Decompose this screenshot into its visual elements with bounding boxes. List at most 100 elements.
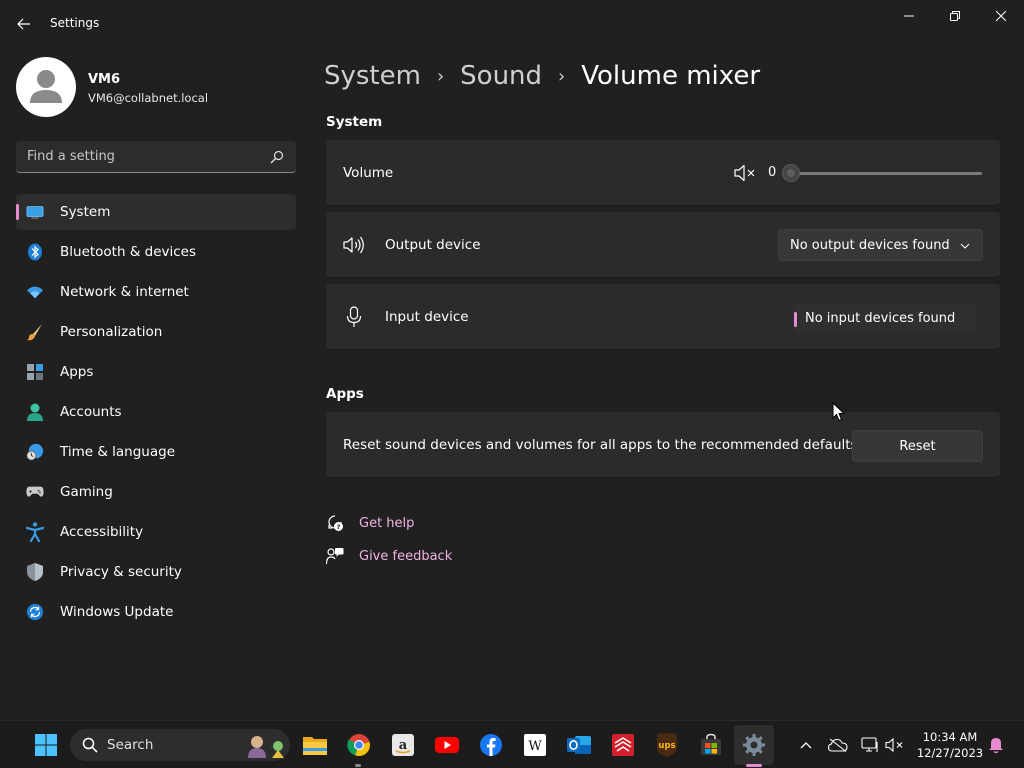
- sidebar-item-label: Accessibility: [60, 524, 144, 540]
- volume-slider-track[interactable]: [792, 172, 982, 175]
- bank-icon[interactable]: [609, 731, 637, 759]
- svg-text:W: W: [528, 739, 542, 754]
- chrome-icon[interactable]: [345, 731, 373, 759]
- outlook-icon[interactable]: [565, 731, 593, 759]
- volume-label: Volume: [343, 165, 394, 181]
- mouse-cursor-icon: [832, 402, 846, 422]
- sidebar-item-network[interactable]: Network & internet: [16, 274, 296, 310]
- sidebar-item-personalization[interactable]: Personalization: [16, 314, 296, 350]
- chevron-up-icon: [800, 742, 812, 749]
- profile-email: VM6@collabnet.local: [88, 91, 209, 105]
- active-indicator: [746, 764, 762, 767]
- user-profile: VM6 VM6@collabnet.local: [16, 57, 296, 117]
- sidebar-item-accounts[interactable]: Accounts: [16, 394, 296, 430]
- reset-button[interactable]: Reset: [852, 430, 983, 462]
- reset-card: Reset sound devices and volumes for all …: [326, 412, 1000, 478]
- get-help-text: Get help: [359, 515, 415, 531]
- input-device-card: Input device No input devices found: [326, 284, 1000, 350]
- find-setting-input[interactable]: Find a setting: [16, 141, 296, 173]
- search-icon: [270, 150, 284, 164]
- restore-button[interactable]: [932, 4, 978, 28]
- gear-icon: [743, 734, 765, 756]
- minimize-button[interactable]: [886, 4, 932, 28]
- svg-text:ups: ups: [658, 741, 675, 751]
- account-icon: [26, 403, 44, 421]
- sidebar-item-label: Personalization: [60, 324, 163, 340]
- breadcrumb-sound[interactable]: Sound: [460, 61, 542, 91]
- avatar[interactable]: [16, 57, 76, 117]
- breadcrumb-system[interactable]: System: [324, 61, 421, 91]
- network-icon[interactable]: [860, 735, 880, 755]
- wikipedia-icon[interactable]: W: [521, 731, 549, 759]
- volume-muted-tray-icon[interactable]: [885, 735, 905, 755]
- sidebar-item-bluetooth[interactable]: Bluetooth & devices: [16, 234, 296, 270]
- close-button[interactable]: [978, 4, 1024, 28]
- search-highlight-illustration-icon: [248, 736, 284, 758]
- wifi-icon: [26, 283, 44, 301]
- taskbar-search[interactable]: Search: [70, 729, 290, 761]
- window-title: Settings: [50, 16, 100, 30]
- youtube-icon[interactable]: [433, 731, 461, 759]
- back-button[interactable]: [12, 12, 36, 36]
- start-button[interactable]: [32, 731, 60, 759]
- facebook-icon[interactable]: [477, 731, 505, 759]
- give-feedback-text: Give feedback: [359, 548, 453, 564]
- sidebar-item-privacy-security[interactable]: Privacy & security: [16, 554, 296, 590]
- help-icon: ?: [328, 515, 343, 531]
- sidebar-item-time-language[interactable]: Time & language: [16, 434, 296, 470]
- apps-icon: [26, 363, 44, 381]
- search-icon: [82, 737, 98, 753]
- update-icon: [26, 603, 44, 621]
- give-feedback-link[interactable]: Give feedback: [326, 546, 452, 566]
- output-device-value: No output devices found: [790, 238, 950, 253]
- sidebar-item-accessibility[interactable]: Accessibility: [16, 514, 296, 550]
- profile-name: VM6: [88, 72, 121, 87]
- taskbar-clock[interactable]: 10:34 AM 12/27/2023: [912, 729, 988, 761]
- svg-text:?: ?: [337, 523, 341, 531]
- close-icon: [996, 11, 1006, 21]
- search-placeholder: Find a setting: [27, 149, 115, 164]
- volume-card: Volume 0: [326, 140, 1000, 206]
- amazon-icon[interactable]: a: [389, 731, 417, 759]
- output-device-label: Output device: [385, 237, 481, 253]
- restore-icon: [950, 11, 960, 21]
- brush-icon: [26, 323, 44, 341]
- bluetooth-icon: [26, 243, 44, 261]
- breadcrumb: System › Sound › Volume mixer: [324, 58, 760, 94]
- file-explorer-icon[interactable]: [301, 731, 329, 759]
- notification-bell-icon[interactable]: [986, 735, 1006, 755]
- taskbar-search-label: Search: [107, 737, 154, 753]
- minimize-icon: [904, 15, 914, 17]
- onedrive-icon[interactable]: [828, 735, 848, 755]
- taskbar: Search a W ups 10:34 AM 12/27/2023: [0, 720, 1024, 768]
- sidebar-item-gaming[interactable]: Gaming: [16, 474, 296, 510]
- windows-logo-icon: [35, 734, 57, 756]
- user-silhouette-icon: [30, 70, 62, 103]
- microphone-icon: [343, 306, 365, 327]
- store-icon[interactable]: [697, 731, 725, 759]
- sidebar-item-system[interactable]: System: [16, 194, 296, 230]
- speaker-muted-icon[interactable]: [734, 164, 756, 182]
- get-help-link[interactable]: ? Get help: [326, 513, 414, 533]
- ups-icon[interactable]: ups: [653, 731, 681, 759]
- accessibility-icon: [26, 522, 44, 542]
- chevron-right-icon: ›: [436, 65, 445, 87]
- show-hidden-icons-button[interactable]: [796, 735, 816, 755]
- sidebar-item-label: Network & internet: [60, 284, 189, 300]
- sidebar-item-label: Gaming: [60, 484, 113, 500]
- sidebar-item-windows-update[interactable]: Windows Update: [16, 594, 296, 630]
- settings-taskbar-icon[interactable]: [740, 731, 768, 759]
- input-device-dropdown[interactable]: No input devices found: [793, 304, 977, 334]
- sidebar-item-apps[interactable]: Apps: [16, 354, 296, 390]
- reset-description: Reset sound devices and volumes for all …: [343, 437, 858, 453]
- page-title: Volume mixer: [581, 61, 761, 91]
- volume-value: 0: [768, 165, 777, 180]
- sidebar-nav: System Bluetooth & devices Network & int…: [16, 194, 296, 634]
- clock-date: 12/27/2023: [916, 746, 984, 760]
- volume-slider-thumb[interactable]: [782, 164, 800, 182]
- sidebar-item-label: Privacy & security: [60, 564, 182, 580]
- output-device-dropdown[interactable]: No output devices found: [778, 229, 983, 261]
- system-icon: [26, 203, 44, 221]
- shield-icon: [26, 563, 44, 581]
- back-arrow-icon: [17, 18, 30, 30]
